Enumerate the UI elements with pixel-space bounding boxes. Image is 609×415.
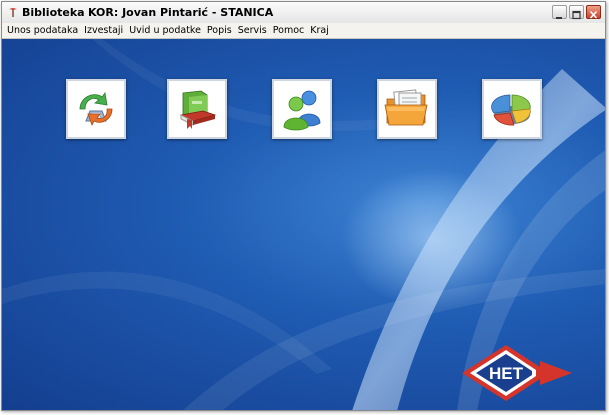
menu-izvestaji[interactable]: Izvestaji	[84, 25, 123, 36]
tile-users[interactable]	[272, 79, 332, 139]
close-icon	[589, 10, 598, 19]
menu-popis[interactable]: Popis	[207, 25, 232, 36]
minimize-icon	[556, 17, 562, 19]
logged-user-label: KOR: Jovan Pintarić - STANICA	[88, 6, 274, 19]
app-icon	[9, 8, 17, 17]
tile-sync[interactable]	[66, 79, 126, 139]
het-logo: HET	[462, 345, 572, 401]
close-button[interactable]	[586, 5, 601, 19]
sync-arrows-icon	[79, 92, 113, 127]
menu-bar: Unos podataka Izvestaji Uvid u podatke P…	[2, 23, 605, 39]
menu-unos-podataka[interactable]: Unos podataka	[7, 25, 78, 36]
menu-pomoc[interactable]: Pomoc	[273, 25, 305, 36]
tile-folder[interactable]	[377, 79, 437, 139]
menu-uvid-u-podatke[interactable]: Uvid u podatke	[129, 25, 201, 36]
minimize-button[interactable]	[552, 5, 567, 19]
desktop-area: HET	[2, 39, 605, 410]
menu-servis[interactable]: Servis	[238, 25, 267, 36]
maximize-icon	[572, 10, 581, 20]
logo-text: HET	[489, 364, 524, 383]
tile-pie-chart[interactable]	[482, 79, 542, 139]
window-title: Biblioteka	[22, 6, 85, 19]
maximize-button[interactable]	[569, 5, 584, 20]
users-icon	[283, 90, 321, 131]
menu-kraj[interactable]: Kraj	[310, 25, 329, 36]
title-bar[interactable]: Biblioteka KOR: Jovan Pintarić - STANICA	[2, 2, 605, 24]
tile-books[interactable]	[167, 79, 227, 139]
books-icon	[179, 90, 217, 129]
app-window: Biblioteka KOR: Jovan Pintarić - STANICA…	[1, 1, 606, 411]
pie-chart-icon	[491, 94, 531, 126]
folder-icon	[384, 89, 428, 126]
